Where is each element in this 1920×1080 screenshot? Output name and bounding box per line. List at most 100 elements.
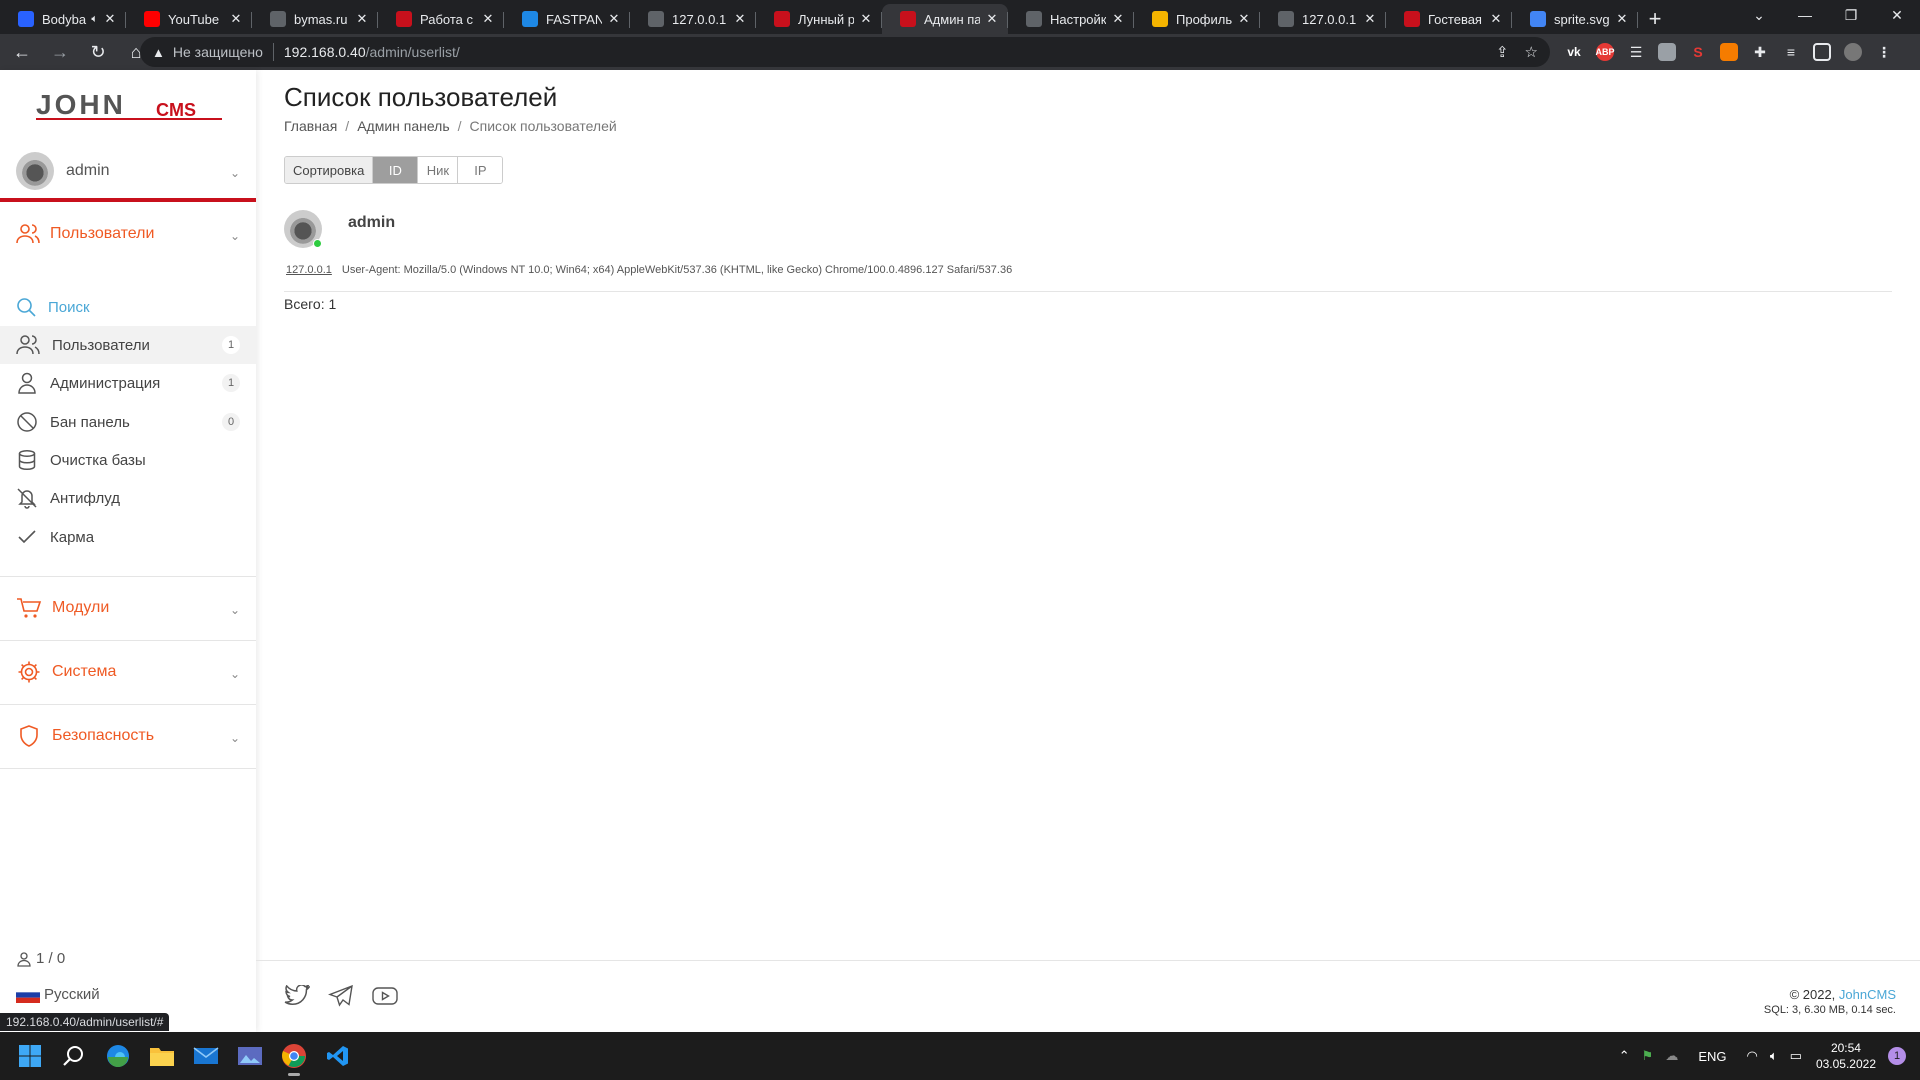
address-bar[interactable]: ▲ Не защищено 192.168.0.40/admin/userlis… (140, 37, 1550, 67)
johncms-icon (774, 11, 790, 27)
close-tab-icon[interactable]: ✕ (984, 11, 1000, 27)
sidebar-item-ban-panel[interactable]: Бан панель 0 (0, 403, 256, 441)
johncms-link[interactable]: JohnCMS (1839, 987, 1896, 1002)
sort-by-id-button[interactable]: ID (373, 157, 419, 183)
tab-search-button[interactable]: ⌄ (1736, 0, 1782, 30)
puzzle-icon[interactable]: ✚ (1751, 43, 1769, 61)
browser-tab[interactable]: bymas.ru | ✕ (252, 4, 378, 34)
sidebar-item-antiflood[interactable]: Антифлуд (0, 479, 256, 517)
youtube-icon[interactable] (372, 985, 398, 1007)
browser-tab[interactable]: Настройки✕ (1008, 4, 1134, 34)
browser-tab[interactable]: Лунный ры✕ (756, 4, 882, 34)
vscode-app[interactable] (322, 1040, 354, 1072)
chevron-up-icon[interactable]: ⌃ (1619, 1048, 1630, 1064)
back-button[interactable]: ← (6, 36, 38, 68)
browser-tab[interactable]: Гостевая ✕ (1386, 4, 1512, 34)
wifi-icon[interactable]: ◠ (1746, 1048, 1757, 1064)
user-nick-link[interactable]: admin (348, 214, 395, 232)
cloud-icon[interactable]: ☁ (1665, 1048, 1678, 1064)
sort-by-ip-button[interactable]: IP (458, 157, 503, 183)
section-users[interactable]: Пользователи ⌄ (0, 208, 256, 260)
close-tab-icon[interactable]: ✕ (102, 11, 118, 27)
section-modules[interactable]: Модули ⌄ (0, 582, 256, 634)
notification-badge[interactable]: 1 (1888, 1047, 1906, 1065)
language-selector[interactable]: Русский (16, 986, 100, 1003)
close-tab-icon[interactable]: ✕ (354, 11, 370, 27)
warning-icon: ▲ (152, 44, 165, 60)
browser-tab[interactable]: FASTPANEL✕ (504, 4, 630, 34)
ip-link[interactable]: 127.0.0.1 (286, 264, 332, 276)
sort-by-nick-button[interactable]: Ник (418, 157, 459, 183)
section-system[interactable]: Система ⌄ (0, 646, 256, 698)
sidebar-item-search[interactable]: Поиск (0, 288, 256, 326)
media-icon[interactable]: ≡ (1782, 43, 1800, 61)
browser-tab[interactable]: Работа с пс✕ (378, 4, 504, 34)
breadcrumb-home[interactable]: Главная (284, 118, 337, 134)
photos-app[interactable] (234, 1040, 266, 1072)
image-extension-icon[interactable] (1658, 43, 1676, 61)
twitter-icon[interactable] (284, 985, 310, 1007)
browser-tab[interactable]: Профиль |✕ (1134, 4, 1260, 34)
breadcrumb-admin[interactable]: Админ панель (357, 118, 449, 134)
forward-button[interactable]: → (44, 36, 76, 68)
count-badge: 1 (222, 374, 240, 392)
edge-app[interactable] (102, 1040, 134, 1072)
close-tab-icon[interactable]: ✕ (1362, 11, 1378, 27)
online-counter[interactable]: 1 / 0 (16, 950, 65, 967)
menu-dots-icon[interactable]: ⋮ (1875, 43, 1893, 61)
close-tab-icon[interactable]: ✕ (732, 11, 748, 27)
list-extension-icon[interactable]: ☰ (1627, 43, 1645, 61)
explorer-app[interactable] (146, 1040, 178, 1072)
section-security[interactable]: Безопасность ⌄ (0, 710, 256, 762)
clock[interactable]: 20:54 03.05.2022 (1816, 1040, 1876, 1072)
input-language[interactable]: ENG (1698, 1049, 1726, 1064)
sidebar-item-administration[interactable]: Администрация 1 (0, 364, 256, 402)
close-tab-icon[interactable]: ✕ (1236, 11, 1252, 27)
browser-tab[interactable]: Админ пан✕ (882, 4, 1008, 34)
browser-tab[interactable]: YouTube ✕ (126, 4, 252, 34)
mail-app[interactable] (190, 1040, 222, 1072)
close-tab-icon[interactable]: ✕ (606, 11, 622, 27)
close-tab-icon[interactable]: ✕ (1110, 11, 1126, 27)
battery-icon[interactable]: ▭ (1790, 1048, 1802, 1064)
volume-icon[interactable]: 🔈︎ (1770, 1048, 1778, 1064)
browser-tab[interactable]: 127.0.0.1 ✕ (630, 4, 756, 34)
close-tab-icon[interactable]: ✕ (1488, 11, 1504, 27)
browser-tab[interactable]: Bodyba 🔈︎ ✕ (0, 4, 126, 34)
johncms-logo[interactable]: JOHN CMS (36, 92, 222, 122)
minimize-button[interactable]: — (1782, 0, 1828, 30)
flag-icon[interactable]: ⚑ (1642, 1048, 1654, 1064)
sidebar-item-database-cleanup[interactable]: Очистка базы (0, 441, 256, 479)
list-item: admin 127.0.0.1 User-Agent: Mozilla/5.0 (… (284, 210, 1892, 292)
close-tab-icon[interactable]: ✕ (858, 11, 874, 27)
vk-extension-icon[interactable]: vk (1565, 43, 1583, 61)
sidebar-item-label: Карма (50, 528, 95, 546)
search-button[interactable] (58, 1040, 90, 1072)
close-tab-icon[interactable]: ✕ (480, 11, 496, 27)
search-icon (63, 1046, 83, 1066)
profile-avatar-icon[interactable] (1844, 43, 1862, 61)
avatar (16, 152, 54, 190)
sidepanel-icon[interactable] (1813, 43, 1831, 61)
start-button[interactable] (14, 1040, 46, 1072)
telegram-icon[interactable] (328, 985, 354, 1007)
security-label: Не защищено (172, 44, 263, 60)
bookmark-star-icon[interactable]: ☆ (1525, 43, 1538, 61)
s-extension-icon[interactable]: S (1689, 43, 1707, 61)
close-tab-icon[interactable]: ✕ (1614, 11, 1630, 27)
user-menu[interactable]: admin ⌄ (0, 142, 256, 200)
fox-extension-icon[interactable] (1720, 43, 1738, 61)
restore-button[interactable]: ❐ (1828, 0, 1874, 30)
sidebar-item-karma[interactable]: Карма (0, 518, 256, 556)
chrome-app[interactable] (278, 1040, 310, 1076)
sidebar-item-users[interactable]: Пользователи 1 (0, 326, 256, 364)
mute-icon[interactable]: 🔈︎ (91, 13, 98, 26)
adblock-extension-icon[interactable]: ABP (1596, 43, 1615, 61)
new-tab-button[interactable]: + (1638, 4, 1672, 34)
close-tab-icon[interactable]: ✕ (228, 11, 244, 27)
reload-button[interactable]: ↻ (82, 36, 114, 68)
share-icon[interactable]: ⇪ (1496, 43, 1509, 61)
close-window-button[interactable]: ✕ (1874, 0, 1920, 30)
browser-tab[interactable]: 127.0.0.1 ✕ (1260, 4, 1386, 34)
browser-tab[interactable]: sprite.svg ✕ (1512, 4, 1638, 34)
